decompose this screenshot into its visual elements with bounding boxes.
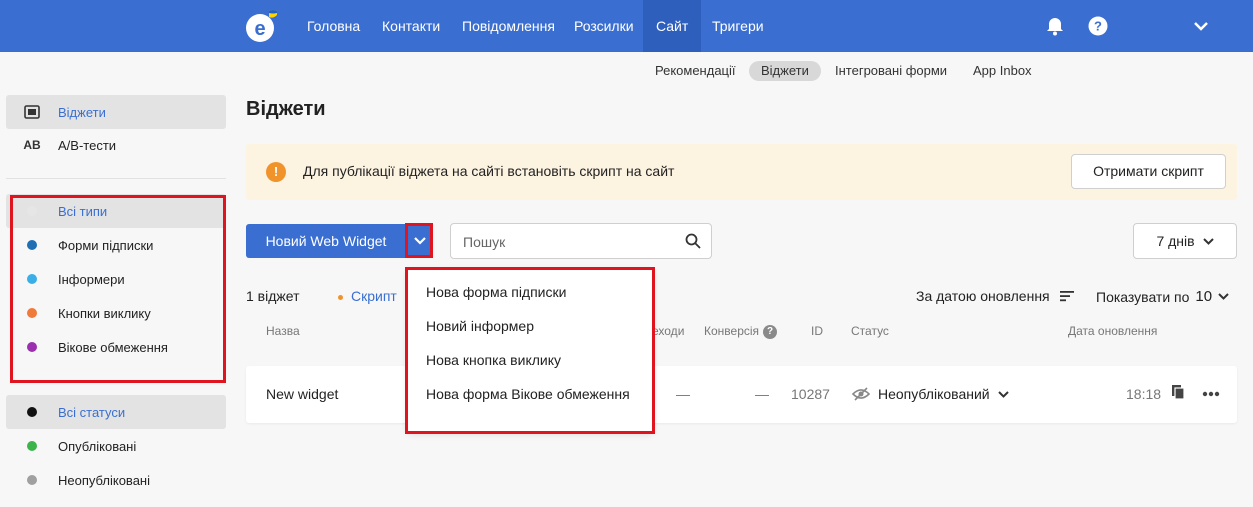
per-page-value: 10 xyxy=(1195,288,1213,305)
sidebar-filter-age-restriction[interactable]: Вікове обмеження xyxy=(6,330,226,364)
menu-item-new-subscription-form[interactable]: Нова форма підписки xyxy=(426,284,566,300)
widget-id: 10287 xyxy=(791,386,830,402)
page-title: Віджети xyxy=(246,98,326,120)
warning-dot-icon xyxy=(338,294,343,300)
sidebar-item-label: Форми підписки xyxy=(58,237,154,253)
sidebar-filter-published[interactable]: Опубліковані xyxy=(6,429,226,463)
column-header-conversion[interactable]: Конверсія? xyxy=(704,324,778,339)
nav-site[interactable]: Сайт xyxy=(643,0,702,52)
sidebar-filter-informers[interactable]: Інформери xyxy=(6,262,226,296)
menu-item-new-age-restriction-form[interactable]: Нова форма Вікове обмеження xyxy=(426,386,630,402)
script-link-label: Скрипт xyxy=(351,288,397,304)
table-row[interactable]: New widget — — 10287 Неопублікований 18:… xyxy=(246,366,1237,423)
nav-home[interactable]: Головна xyxy=(294,0,373,52)
widget-name[interactable]: New widget xyxy=(266,386,338,402)
period-value: 7 днів xyxy=(1156,233,1195,249)
sidebar-filter-all-types[interactable]: Всі типи xyxy=(6,194,226,228)
svg-text:?: ? xyxy=(1094,19,1102,34)
nav-contacts[interactable]: Контакти xyxy=(369,0,453,52)
eye-off-icon xyxy=(852,387,870,401)
sidebar-item-label: Вікове обмеження xyxy=(58,339,168,355)
widget-count: 1 віджет xyxy=(246,288,300,304)
sort-select[interactable]: За датою оновлення xyxy=(916,288,1074,304)
status-select[interactable]: Неопублікований xyxy=(852,386,1009,402)
chevron-down-icon xyxy=(413,237,426,245)
sidebar-item-label: Опубліковані xyxy=(58,438,137,454)
copy-icon[interactable] xyxy=(1171,384,1185,400)
type-dot-icon xyxy=(27,206,37,216)
updated-time: 18:18 xyxy=(1126,386,1162,402)
sidebar-filter-unpublished[interactable]: Неопубліковані xyxy=(6,463,226,497)
subnav-integrated-forms[interactable]: Інтегровані форми xyxy=(823,61,959,81)
sort-label: За датою оновлення xyxy=(916,288,1050,304)
ab-test-icon: AB xyxy=(23,138,41,152)
subnav-recommendations[interactable]: Рекомендації xyxy=(643,61,748,81)
type-dot-icon xyxy=(27,240,37,250)
help-icon[interactable]: ? xyxy=(1087,15,1109,37)
help-icon[interactable]: ? xyxy=(763,324,778,339)
menu-item-new-informer[interactable]: Новий інформер xyxy=(426,318,534,334)
sort-lines-icon xyxy=(1059,291,1074,302)
sidebar-filter-subscription-forms[interactable]: Форми підписки xyxy=(6,228,226,262)
nav-messages[interactable]: Повідомлення xyxy=(449,0,568,52)
subnav-app-inbox[interactable]: App Inbox xyxy=(961,61,1044,81)
bell-icon[interactable] xyxy=(1044,15,1066,37)
type-dot-icon xyxy=(27,308,37,318)
column-header-updated[interactable]: Дата оновлення xyxy=(1068,324,1157,338)
banner-text: Для публікації віджета на сайті встанові… xyxy=(303,163,675,179)
search-input[interactable] xyxy=(463,232,678,252)
status-dot-icon xyxy=(27,407,37,417)
sidebar-divider xyxy=(6,178,226,179)
status-dot-icon xyxy=(27,441,37,451)
column-header-status[interactable]: Статус xyxy=(851,324,889,338)
conversion-value: — xyxy=(755,386,769,402)
type-dot-icon xyxy=(27,274,37,284)
column-header-label: Конверсія xyxy=(704,324,760,338)
sidebar-filter-all-statuses[interactable]: Всі статуси xyxy=(6,395,226,429)
sidebar-item-label: Всі статуси xyxy=(58,404,126,420)
sidebar-item-label: Кнопки виклику xyxy=(58,305,151,321)
sidebar-item-ab-tests[interactable]: AB A/B-тести xyxy=(6,128,226,162)
chevron-down-icon[interactable] xyxy=(1190,15,1212,37)
menu-item-new-call-button[interactable]: Нова кнопка виклику xyxy=(426,352,561,368)
top-navigation-bar: e Головна Контакти Повідомлення Розсилки… xyxy=(0,0,1253,52)
type-dot-icon xyxy=(27,342,37,352)
nav-campaigns[interactable]: Розсилки xyxy=(561,0,647,52)
transitions-value: — xyxy=(676,386,690,402)
status-value: Неопублікований xyxy=(878,386,990,402)
chevron-down-icon xyxy=(997,390,1009,398)
chevron-down-icon xyxy=(1202,237,1214,245)
esputnik-logo-icon[interactable]: e xyxy=(245,9,279,43)
sidebar-item-label: Неопубліковані xyxy=(58,472,150,488)
sidebar-item-label: Всі типи xyxy=(58,203,108,219)
chevron-down-icon xyxy=(1218,293,1229,300)
script-link[interactable]: Скрипт xyxy=(338,288,397,304)
get-script-button[interactable]: Отримати скрипт xyxy=(1071,154,1226,189)
status-dot-icon xyxy=(27,475,37,485)
search-icon[interactable] xyxy=(685,233,701,249)
new-widget-dropdown-menu: Нова форма підписки Новий інформер Нова … xyxy=(408,270,652,431)
subnav-widgets[interactable]: Віджети xyxy=(749,61,821,81)
column-header-id[interactable]: ID xyxy=(811,324,823,338)
sidebar-item-label: Віджети xyxy=(58,104,106,120)
sidebar-item-label: A/B-тести xyxy=(58,137,117,153)
new-widget-dropdown-toggle[interactable] xyxy=(407,224,432,258)
sidebar-filter-call-buttons[interactable]: Кнопки виклику xyxy=(6,296,226,330)
sidebar-item-label: Інформери xyxy=(58,271,125,287)
warning-icon: ! xyxy=(266,162,286,182)
search-field xyxy=(450,223,712,259)
nav-triggers[interactable]: Тригери xyxy=(699,0,777,52)
per-page-label: Показувати по xyxy=(1096,288,1190,305)
column-header-transitions[interactable]: еходи xyxy=(652,324,684,338)
period-select[interactable]: 7 днів xyxy=(1133,223,1237,259)
more-options-icon[interactable] xyxy=(1202,391,1220,397)
script-warning-banner: ! Для публікації віджета на сайті встано… xyxy=(246,144,1237,200)
per-page-select[interactable]: Показувати по 10 xyxy=(1096,288,1229,305)
svg-text:e: e xyxy=(254,18,265,40)
column-header-name[interactable]: Назва xyxy=(266,324,300,338)
sidebar-item-widgets[interactable]: Віджети xyxy=(6,95,226,129)
new-web-widget-button[interactable]: Новий Web Widget xyxy=(246,224,406,258)
widget-icon xyxy=(24,105,40,119)
